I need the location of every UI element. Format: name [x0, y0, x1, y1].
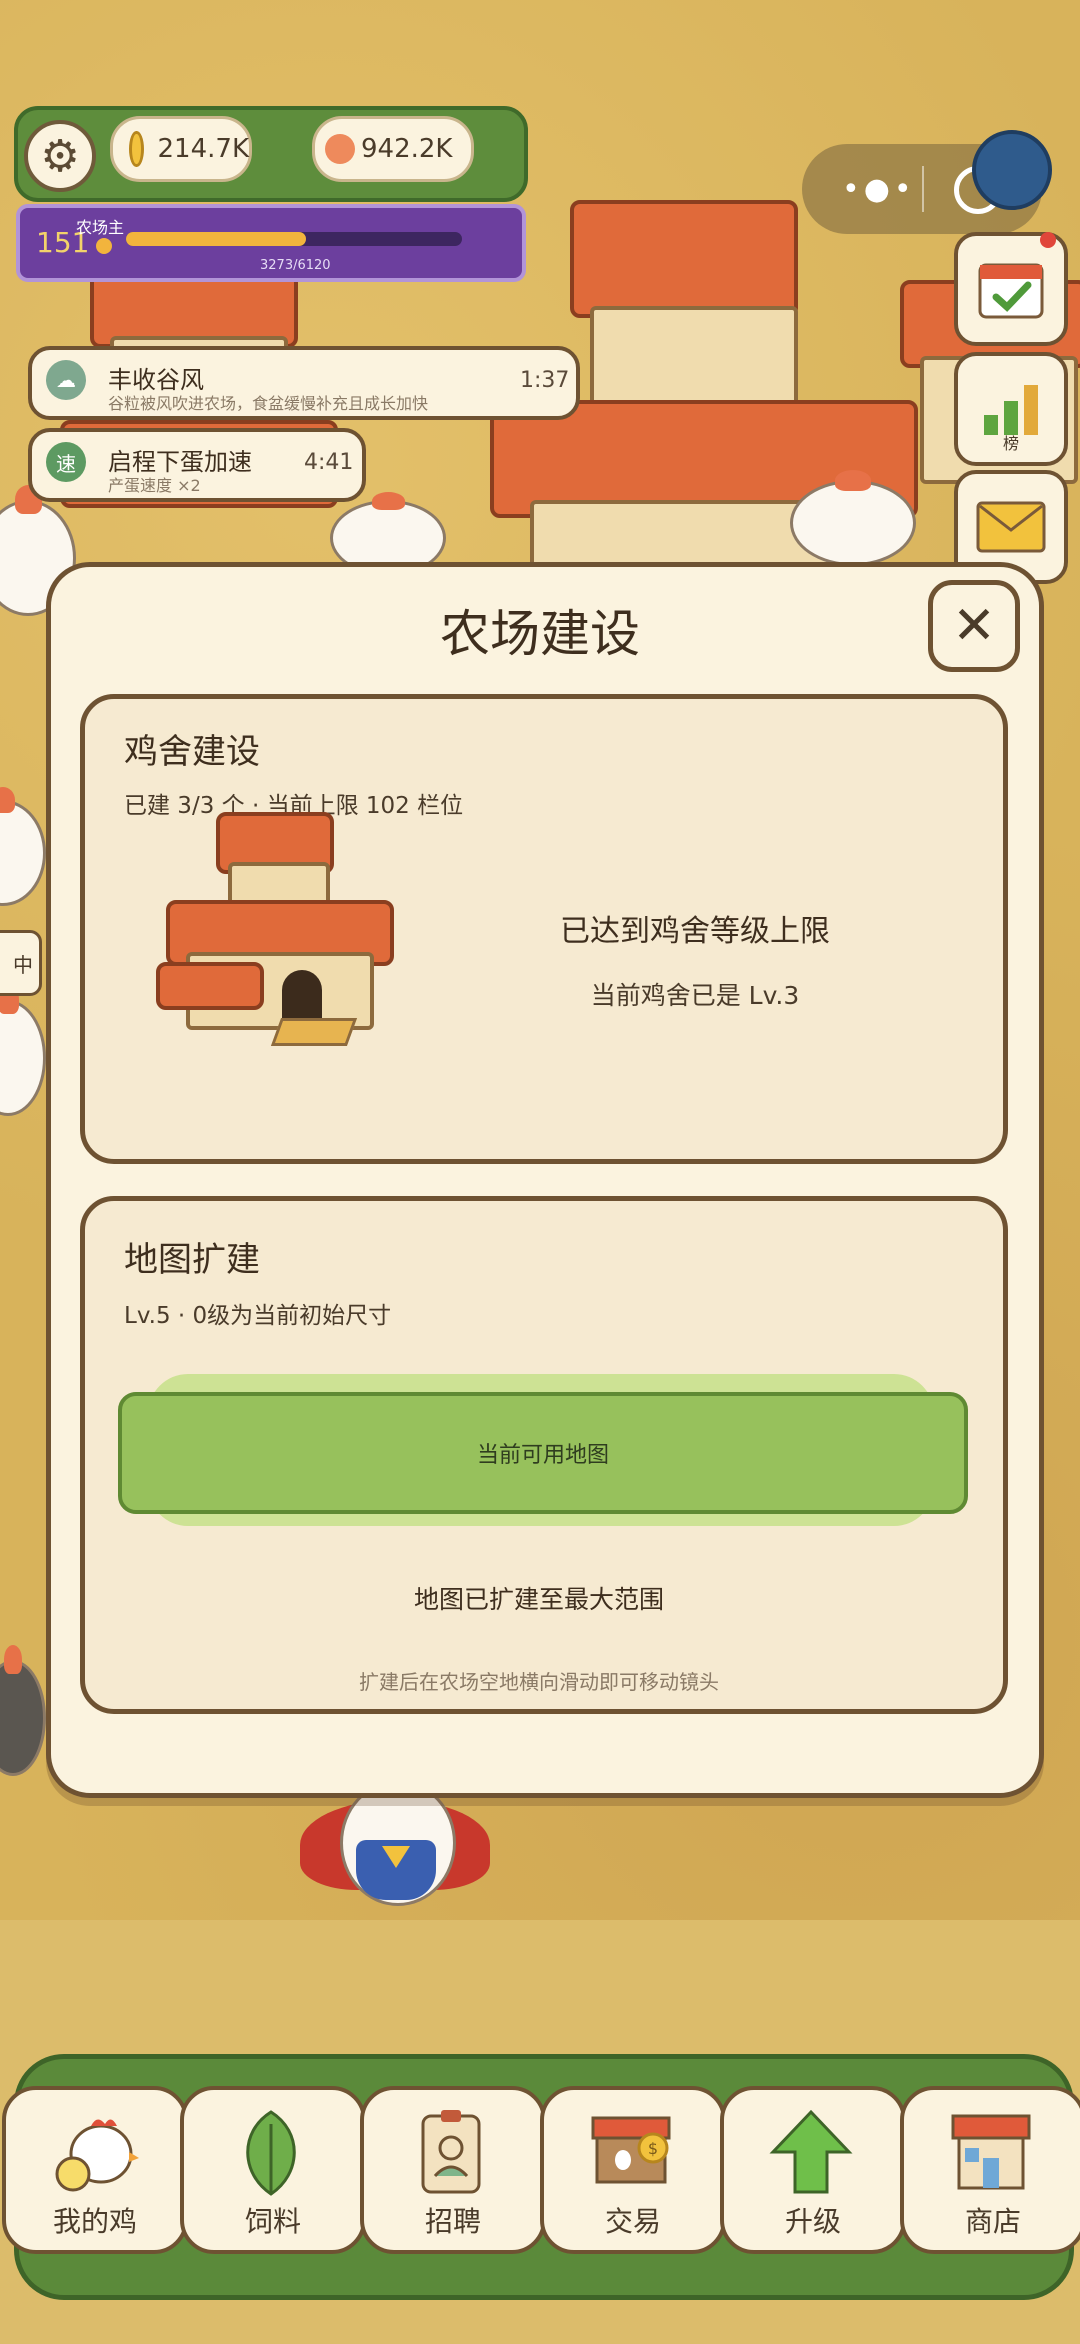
xp-marker	[96, 238, 112, 254]
tab-label: 招聘	[424, 2205, 481, 2238]
current-map-button[interactable]: 当前可用地图	[118, 1392, 968, 1514]
tab-shop[interactable]: 商店	[900, 2086, 1080, 2254]
partial-status-bubble: 中	[0, 930, 42, 996]
speed-badge-icon: 速	[46, 442, 86, 482]
market-stall-icon: $	[583, 2104, 679, 2200]
map-card-header: 地图扩建	[124, 1240, 260, 1280]
mail-icon	[976, 501, 1046, 553]
buff-timer: 1:37	[520, 368, 570, 393]
map-hint-text: 扩建后在农场空地横向滑动即可移动镜头	[359, 1670, 719, 1694]
daily-checkin-button[interactable]	[954, 232, 1068, 346]
tab-label: 商店	[964, 2205, 1021, 2238]
notification-dot	[1040, 232, 1056, 248]
settings-button[interactable]: ⚙	[24, 120, 96, 192]
tab-trade[interactable]: $ 交易	[540, 2086, 726, 2254]
tab-label: 升级	[784, 2205, 841, 2238]
coop-max-text: 已达到鸡舍等级上限	[560, 914, 830, 949]
cloud-icon: ☁	[46, 360, 86, 400]
xp-text: 3273/6120	[260, 258, 331, 273]
xp-fill	[126, 232, 306, 246]
modal-title: 农场建设	[440, 605, 640, 663]
coin-icon	[129, 131, 144, 167]
partial-status-text: 中	[13, 952, 33, 977]
map-max-text: 地图已扩建至最大范围	[413, 1585, 664, 1614]
buff-laying-speedup[interactable]: 速 启程下蛋加速 产蛋速度 ×2 4:41	[28, 428, 366, 502]
buff-desc: 产蛋速度 ×2	[108, 476, 201, 495]
tab-my-chickens[interactable]: 我的鸡	[2, 2086, 188, 2254]
calendar-check-icon	[978, 263, 1044, 319]
buff-desc: 谷粒被风吹进农场，食盆缓慢补充且成长加快	[108, 394, 429, 413]
tab-label: 交易	[604, 2205, 661, 2238]
coin-value: 214.7K	[157, 134, 249, 164]
coop-illustration	[156, 812, 406, 1046]
level-progress-bar[interactable]: 151 农场主 3273/6120	[16, 204, 526, 282]
rank-title: 农场主	[76, 218, 125, 237]
map-card-sub: Lv.5 · 0级为当前初始尺寸	[124, 1303, 392, 1329]
hero-chicken-sprite	[300, 1780, 490, 1910]
globe-icon[interactable]	[972, 130, 1052, 210]
capsule-divider	[922, 166, 924, 212]
leaderboard-button[interactable]: 榜	[954, 352, 1068, 466]
id-badge-icon	[403, 2104, 499, 2200]
chicken-icon	[45, 2104, 141, 2200]
leaderboard-label: 榜	[1002, 434, 1019, 453]
more-icon[interactable]: •●•	[842, 172, 916, 207]
coop-level-text: 当前鸡舍已是 Lv.3	[590, 981, 800, 1010]
gear-icon: ⚙	[40, 130, 80, 182]
buff-timer: 4:41	[304, 450, 354, 475]
gem-icon	[325, 134, 355, 164]
tab-label: 我的鸡	[52, 2205, 137, 2238]
close-button[interactable]: ✕	[928, 580, 1020, 672]
coin-counter[interactable]: 214.7K	[110, 116, 252, 182]
gem-value: 942.2K	[361, 134, 453, 164]
current-map-label: 当前可用地图	[476, 1443, 609, 1468]
tab-upgrade[interactable]: 升级	[720, 2086, 906, 2254]
coop-card-header: 鸡舍建设	[124, 732, 260, 772]
tab-label: 饲料	[244, 2205, 301, 2238]
tab-feed[interactable]: 饲料	[180, 2086, 366, 2254]
up-arrow-icon	[763, 2104, 859, 2200]
leaf-icon	[223, 2104, 319, 2200]
buff-harvest-wind[interactable]: ☁ 丰收谷风 谷粒被风吹进农场，食盆缓慢补充且成长加快 1:37	[28, 346, 580, 420]
close-icon: ✕	[952, 596, 996, 656]
shop-icon	[943, 2104, 1039, 2200]
chicken-sprite	[790, 470, 916, 566]
tab-recruit[interactable]: 招聘	[360, 2086, 546, 2254]
gem-counter[interactable]: 942.2K	[312, 116, 474, 182]
svg-text:$: $	[648, 2139, 658, 2158]
